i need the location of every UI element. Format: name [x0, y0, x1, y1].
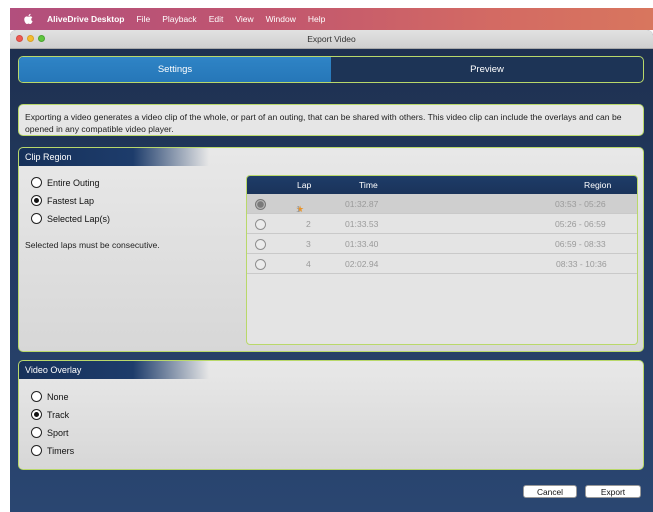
menu-help[interactable]: Help — [308, 14, 325, 24]
laps-table: Lap Time Region ★ 1 01:32.87 03:53 - 05:… — [246, 175, 638, 345]
consecutive-laps-note: Selected laps must be consecutive. — [25, 240, 160, 250]
menu-bar: AliveDrive Desktop File Playback Edit Vi… — [10, 8, 653, 30]
lap-region: 08:33 - 10:36 — [556, 259, 607, 269]
close-window-button[interactable] — [16, 35, 23, 42]
radio-label: Selected Lap(s) — [47, 213, 111, 224]
menu-edit[interactable]: Edit — [209, 14, 224, 24]
radio-label: Sport — [47, 427, 69, 438]
radio-button[interactable] — [31, 213, 42, 224]
menu-window[interactable]: Window — [266, 14, 296, 24]
radio-label: Entire Outing — [47, 177, 100, 188]
cancel-button[interactable]: Cancel — [523, 485, 577, 498]
lap-number: 2 — [306, 219, 311, 229]
radio-overlay-track[interactable]: Track — [31, 409, 69, 420]
lap-time: 01:32.87 — [345, 199, 379, 209]
lap-radio-button[interactable] — [255, 259, 266, 270]
video-overlay-header: Video Overlay — [19, 361, 209, 379]
lap-radio-button[interactable] — [255, 199, 266, 210]
lap-region: 03:53 - 05:26 — [555, 199, 606, 209]
maximize-window-button[interactable] — [38, 35, 45, 42]
export-button[interactable]: Export — [585, 485, 641, 498]
lap-time: 02:02.94 — [345, 259, 379, 269]
laps-table-header: Lap Time Region — [247, 176, 637, 194]
radio-button[interactable] — [31, 391, 42, 402]
clip-region-panel: Clip Region Entire Outing Fastest Lap Se… — [18, 147, 644, 352]
lap-number: 3 — [306, 239, 311, 249]
column-header-region: Region — [584, 180, 612, 190]
traffic-lights — [16, 35, 45, 42]
tab-bar: Settings Preview — [18, 56, 644, 83]
radio-overlay-none[interactable]: None — [31, 391, 69, 402]
apple-icon[interactable] — [23, 13, 35, 25]
radio-label: Track — [47, 409, 70, 420]
column-header-time: Time — [359, 180, 378, 190]
tab-settings[interactable]: Settings — [19, 57, 331, 82]
window-title: Export Video — [307, 34, 356, 44]
radio-button[interactable] — [31, 177, 42, 188]
export-video-window: Export Video Settings Preview Exporting … — [10, 30, 653, 512]
lap-time: 01:33.53 — [345, 219, 379, 229]
radio-label: Fastest Lap — [47, 195, 95, 206]
table-row[interactable]: 4 02:02.94 08:33 - 10:36 — [247, 254, 637, 274]
radio-label: None — [47, 391, 69, 402]
lap-radio-button[interactable] — [255, 239, 266, 250]
table-row[interactable]: ★ 1 01:32.87 03:53 - 05:26 — [247, 194, 637, 214]
radio-overlay-timers[interactable]: Timers — [31, 445, 74, 456]
table-row[interactable]: 2 01:33.53 05:26 - 06:59 — [247, 214, 637, 234]
clip-region-header: Clip Region — [19, 148, 209, 166]
menu-file[interactable]: File — [136, 14, 150, 24]
lap-number: 4 — [306, 259, 311, 269]
radio-button[interactable] — [31, 427, 42, 438]
lap-radio-button[interactable] — [255, 219, 266, 230]
menu-view[interactable]: View — [235, 14, 253, 24]
radio-overlay-sport[interactable]: Sport — [31, 427, 69, 438]
window-titlebar[interactable]: Export Video — [10, 30, 653, 49]
lap-time: 01:33.40 — [345, 239, 379, 249]
lap-number: 1 — [296, 204, 301, 214]
radio-label: Timers — [47, 445, 75, 456]
radio-fastest-lap[interactable]: Fastest Lap — [31, 195, 94, 206]
menu-app-name[interactable]: AliveDrive Desktop — [47, 14, 124, 24]
radio-button[interactable] — [31, 445, 42, 456]
radio-selected-laps[interactable]: Selected Lap(s) — [31, 213, 110, 224]
column-header-lap: Lap — [297, 180, 312, 190]
lap-region: 06:59 - 08:33 — [555, 239, 606, 249]
info-text: Exporting a video generates a video clip… — [18, 104, 644, 136]
menu-playback[interactable]: Playback — [162, 14, 197, 24]
video-overlay-panel: Video Overlay None Track Sport Timers — [18, 360, 644, 470]
tab-preview[interactable]: Preview — [331, 57, 643, 82]
radio-button[interactable] — [31, 409, 42, 420]
minimize-window-button[interactable] — [27, 35, 34, 42]
lap-region: 05:26 - 06:59 — [555, 219, 606, 229]
radio-button[interactable] — [31, 195, 42, 206]
radio-entire-outing[interactable]: Entire Outing — [31, 177, 100, 188]
table-row[interactable]: 3 01:33.40 06:59 - 08:33 — [247, 234, 637, 254]
